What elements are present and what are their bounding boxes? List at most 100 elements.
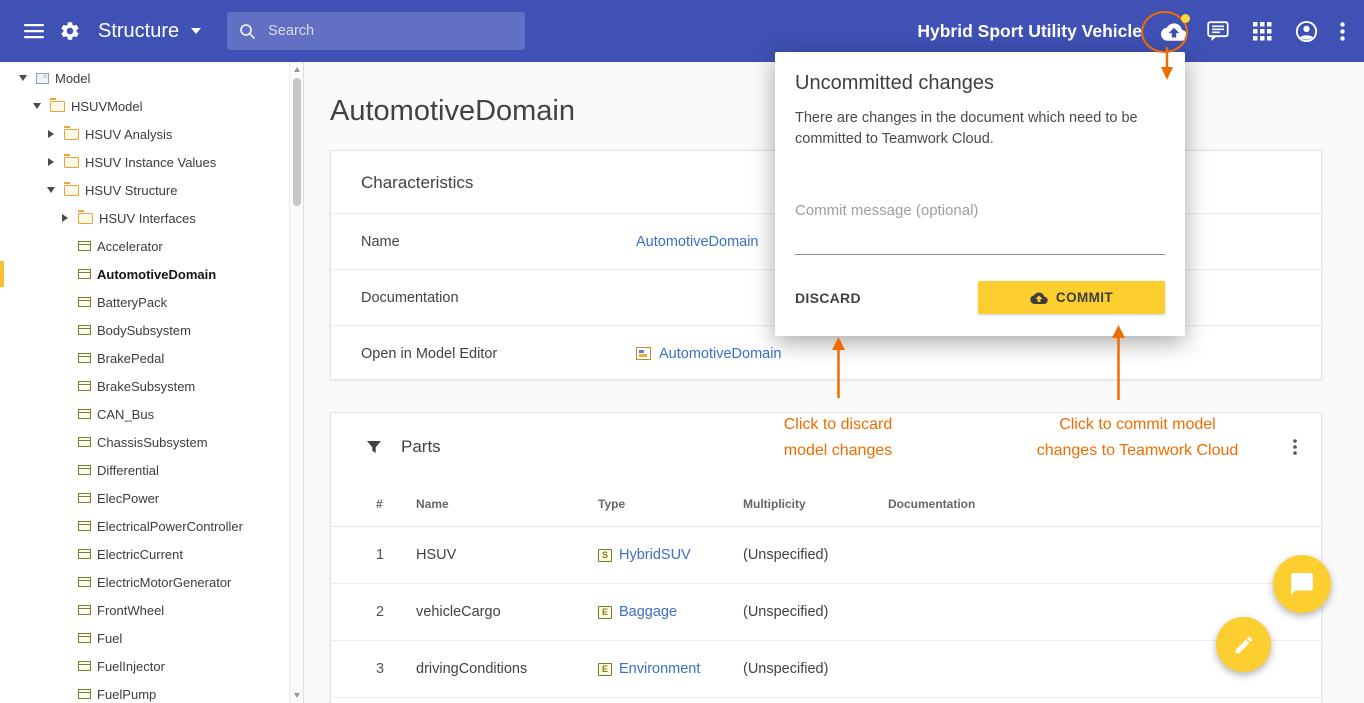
block-badge-icon: S (598, 549, 612, 562)
block-icon (78, 689, 91, 699)
block-icon (78, 521, 91, 531)
tree-item-label: HSUVModel (71, 99, 143, 114)
parts-table-row: 2 vehicleCargo E Baggage (Unspecified) (331, 584, 1321, 641)
tree-item-electricmotorgenerator[interactable]: ElectricMotorGenerator (0, 568, 303, 596)
tree-item-brakepedal[interactable]: BrakePedal (0, 344, 303, 372)
tree-item-frontwheel[interactable]: FrontWheel (0, 596, 303, 624)
tree-item-hsuvmodel[interactable]: HSUVModel (0, 92, 303, 120)
commit-annotation-note: Click to commit model changes to Teamwor… (1035, 412, 1240, 464)
settings-button[interactable] (52, 13, 88, 49)
account-button[interactable] (1284, 9, 1328, 53)
folder-icon (64, 185, 79, 196)
dialog-title: Uncommitted changes (795, 52, 1165, 95)
name-value-link[interactable]: AutomotiveDomain (636, 234, 759, 250)
tree-item-automotivedomain[interactable]: AutomotiveDomain (0, 260, 303, 288)
scroll-down-arrow-icon[interactable] (294, 693, 300, 698)
tree-item-label: ElectricCurrent (97, 547, 183, 562)
tree-item-hsuv-structure[interactable]: HSUV Structure (0, 176, 303, 204)
block-icon (78, 577, 91, 587)
tree-item-fuelinjector[interactable]: FuelInjector (0, 652, 303, 680)
tree-item-electriccurrent[interactable]: ElectricCurrent (0, 540, 303, 568)
tree-item-hsuv-interfaces[interactable]: HSUV Interfaces (0, 204, 303, 232)
parts-title: Parts (401, 437, 441, 457)
pencil-icon (1233, 634, 1255, 656)
tree-item-hsuv-instance-values[interactable]: HSUV Instance Values (0, 148, 303, 176)
part-type-link[interactable]: Environment (619, 661, 700, 677)
commit-message-input[interactable] (795, 219, 1165, 255)
expand-caret[interactable] (30, 103, 44, 109)
commit-changes-button[interactable] (1152, 9, 1196, 53)
tree-item-label: Accelerator (97, 239, 163, 254)
cloud-upload-icon (1161, 21, 1187, 41)
commit-button[interactable]: COMMIT (978, 281, 1165, 314)
tree-item-brakesubsystem[interactable]: BrakeSubsystem (0, 372, 303, 400)
selected-item-indicator (0, 261, 4, 287)
part-type-link[interactable]: HybridSUV (619, 547, 691, 563)
more-options-button[interactable] (1328, 9, 1356, 53)
column-header-type: Type (598, 497, 743, 511)
tree-item-elecpower[interactable]: ElecPower (0, 484, 303, 512)
scrollbar-thumb[interactable] (293, 78, 301, 206)
block-icon (78, 661, 91, 671)
tree-item-electricalpowercontroller[interactable]: ElectricalPowerController (0, 512, 303, 540)
tree-item-chassissubsystem[interactable]: ChassisSubsystem (0, 428, 303, 456)
tree-item-accelerator[interactable]: Accelerator (0, 232, 303, 260)
expand-caret[interactable] (44, 187, 58, 193)
folder-icon (64, 129, 79, 140)
scroll-up-arrow-icon[interactable] (294, 67, 300, 72)
tree-item-fuelpump[interactable]: FuelPump (0, 680, 303, 703)
tree-item-fuel[interactable]: Fuel (0, 624, 303, 652)
chat-bubble-icon (1289, 571, 1315, 597)
part-name: HSUV (416, 547, 598, 563)
sidebar-scrollbar[interactable] (289, 62, 303, 703)
edit-fab[interactable] (1216, 617, 1271, 672)
filter-icon[interactable] (366, 440, 382, 455)
tree-item-label: Model (55, 71, 90, 86)
tree-item-hsuv-analysis[interactable]: HSUV Analysis (0, 120, 303, 148)
page-title: AutomotiveDomain (330, 95, 575, 128)
row-label: Documentation (361, 290, 636, 306)
block-icon (78, 381, 91, 391)
tree-item-differential[interactable]: Differential (0, 456, 303, 484)
folder-icon (50, 101, 65, 112)
row-number: 3 (376, 661, 416, 677)
tree-item-label: FuelPump (97, 687, 156, 702)
uncommitted-changes-badge (1181, 14, 1190, 23)
tree-item-label: Fuel (97, 631, 122, 646)
discard-button[interactable]: DISCARD (795, 282, 869, 314)
tree-item-can-bus[interactable]: CAN_Bus (0, 400, 303, 428)
column-header-documentation: Documentation (888, 497, 1321, 511)
parts-table-row: 3 drivingConditions E Environment (Unspe… (331, 641, 1321, 698)
topbar-left: Structure (0, 12, 525, 50)
tree-item-label: FuelInjector (97, 659, 165, 674)
search-input[interactable] (268, 23, 513, 39)
menu-button[interactable] (16, 13, 52, 49)
expand-caret[interactable] (44, 158, 58, 166)
tree-item-label: HSUV Interfaces (99, 211, 196, 226)
tree-item-model[interactable]: Model (0, 64, 303, 92)
part-multiplicity: (Unspecified) (743, 547, 888, 563)
expand-caret[interactable] (58, 214, 72, 222)
comments-fab[interactable] (1273, 555, 1331, 613)
nav-title: Structure (98, 20, 179, 43)
part-name: vehicleCargo (416, 604, 598, 620)
gear-icon (59, 20, 81, 42)
parts-table-row: 1 HSUV S HybridSUV (Unspecified) (331, 527, 1321, 584)
parts-more-options-button[interactable] (1283, 435, 1307, 459)
tree-item-label: ElectricalPowerController (97, 519, 243, 534)
tree-item-label: BrakePedal (97, 351, 164, 366)
nav-dropdown-caret-icon[interactable] (191, 28, 201, 34)
model-tree: Model HSUVModel HSUV Analysis HSUV Insta… (0, 62, 303, 703)
block-icon (78, 297, 91, 307)
row-number: 2 (376, 604, 416, 620)
tree-item-batterypack[interactable]: BatteryPack (0, 288, 303, 316)
open-in-model-editor-link[interactable]: AutomotiveDomain (659, 346, 782, 362)
expand-caret[interactable] (16, 75, 30, 81)
search-box[interactable] (227, 12, 525, 50)
expand-caret[interactable] (44, 130, 58, 138)
part-type-link[interactable]: Baggage (619, 604, 677, 620)
part-multiplicity: (Unspecified) (743, 604, 888, 620)
comments-button[interactable] (1196, 9, 1240, 53)
apps-button[interactable] (1240, 9, 1284, 53)
tree-item-bodysubsystem[interactable]: BodySubsystem (0, 316, 303, 344)
